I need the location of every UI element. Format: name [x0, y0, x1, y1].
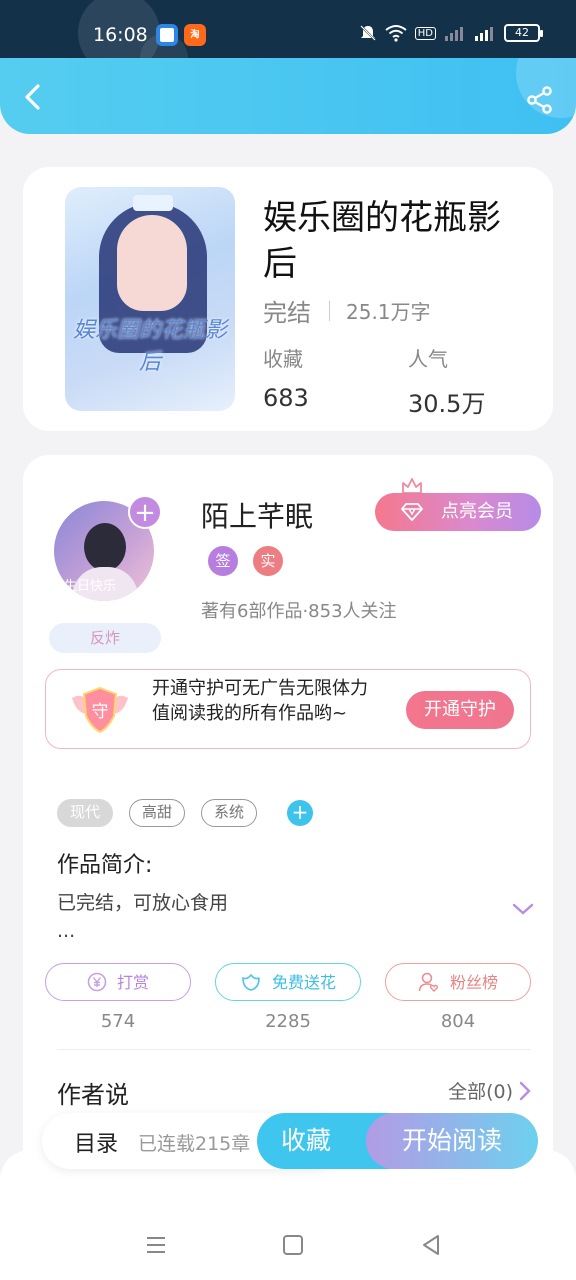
view-all-label: 全部(0)	[448, 1081, 513, 1103]
intro-body: 已完结，可放心食用	[57, 892, 229, 914]
taobao-notification-icon: 淘	[184, 24, 206, 46]
flower-action: 免费送花 2285	[215, 963, 361, 1032]
author-name[interactable]: 陌上芊眠	[201, 495, 313, 535]
hd-icon: HD	[414, 26, 436, 40]
favorites-label: 收藏	[263, 347, 303, 371]
send-flower-button[interactable]: 免费送花	[215, 963, 361, 1001]
section-divider	[57, 1049, 531, 1050]
author-stats: 著有6部作品·853人关注	[201, 601, 397, 622]
coin-yen-icon	[87, 972, 107, 992]
top-header	[0, 58, 576, 134]
cover-figure-face	[117, 215, 187, 311]
guard-banner: 守 开通守护可无广告无限体力值阅读我的所有作品哟~ 开通守护	[45, 669, 531, 749]
genre-tags: 现代 高甜 系统 +	[57, 799, 314, 827]
popularity-value: 30.5万	[408, 390, 486, 418]
verified-badge: 实	[253, 546, 283, 576]
avatar-caption: 生日快乐	[64, 579, 117, 594]
genre-tag[interactable]: 系统	[201, 799, 258, 827]
toc-button[interactable]: 目录	[74, 1126, 118, 1158]
tip-count: 574	[100, 1011, 136, 1032]
intro-text: 已完结，可放心食用 ...	[57, 889, 457, 945]
book-status: 完结	[263, 299, 311, 327]
mute-bell-icon	[360, 25, 376, 41]
flower-icon	[242, 974, 260, 991]
favorites-stat: 收藏 683	[263, 343, 309, 412]
signal-4g-icon	[475, 27, 493, 41]
follow-plus-button[interactable]: +	[128, 495, 162, 529]
fans-count: 804	[440, 1011, 476, 1032]
view-all-link[interactable]: 全部(0)	[448, 1077, 531, 1104]
guard-shield-char: 守	[92, 702, 109, 722]
start-reading-button[interactable]: 开始阅读	[366, 1113, 538, 1169]
tip-label: 打赏	[116, 972, 149, 992]
popularity-label: 人气	[408, 347, 448, 371]
intro-ellipsis: ...	[57, 920, 76, 942]
system-nav-bar	[0, 1220, 576, 1280]
signal-icon	[445, 27, 463, 41]
book-info-card: 娱乐圈的花瓶影后 娱乐圈的花瓶影后 完结 25.1万字 收藏 683 人气 30…	[23, 167, 553, 431]
serial-status: 已连载215章	[138, 1133, 251, 1155]
open-guard-button[interactable]: 开通守护	[406, 691, 514, 729]
status-icons: HD 42	[359, 24, 543, 42]
status-bar: 16:08 淘 HD 42	[0, 0, 576, 62]
app-notification-icon	[156, 24, 178, 46]
fans-action: 粉丝榜 804	[385, 963, 531, 1032]
user-heart-icon	[418, 972, 439, 992]
avatar-head	[84, 523, 126, 571]
fans-ranking-button[interactable]: 粉丝榜	[385, 963, 531, 1001]
tip-button[interactable]: 打赏	[45, 963, 191, 1001]
guard-shield-icon: 守	[72, 686, 128, 734]
book-cover[interactable]: 娱乐圈的花瓶影后	[65, 187, 235, 411]
cover-crown	[133, 195, 173, 211]
flower-count: 2285	[265, 1011, 311, 1032]
author-card: 生日快乐 + 反炸 陌上芊眠 点亮会员 签 实 著有6部作品·853人关注 守 …	[23, 455, 553, 1175]
genre-tag[interactable]: 现代	[57, 799, 114, 827]
home-icon[interactable]	[280, 1232, 306, 1258]
signed-badge: 签	[208, 546, 238, 576]
author-badge: 反炸	[49, 623, 161, 653]
vip-button-label: 点亮会员	[441, 501, 513, 522]
genre-tag[interactable]: 高甜	[129, 799, 186, 827]
chevron-down-icon[interactable]	[511, 901, 535, 917]
author-says-title: 作者说	[57, 1081, 129, 1109]
menu-icon[interactable]	[143, 1232, 169, 1258]
vip-member-button[interactable]: 点亮会员	[375, 493, 541, 531]
meta-divider	[329, 300, 330, 321]
send-flower-label: 免费送花	[271, 972, 336, 992]
guard-description: 开通守护可无广告无限体力值阅读我的所有作品哟~	[152, 678, 368, 724]
add-tag-button[interactable]: +	[287, 800, 314, 826]
favorites-value: 683	[263, 384, 309, 412]
tip-action: 打赏 574	[45, 963, 191, 1032]
book-meta: 完结 25.1万字	[263, 293, 431, 328]
cover-title-art: 娱乐圈的花瓶影后	[72, 318, 227, 375]
chevron-right-icon	[519, 1081, 531, 1100]
back-triangle-icon[interactable]	[418, 1232, 444, 1258]
action-buttons: 打赏 574 免费送花 2285 粉丝榜 804	[45, 963, 531, 1032]
book-title: 娱乐圈的花瓶影后	[263, 198, 501, 284]
share-icon[interactable]	[526, 86, 554, 114]
battery-icon: 42	[504, 24, 543, 42]
diamond-icon	[401, 503, 423, 521]
popularity-stat: 人气 30.5万	[408, 343, 485, 419]
word-count: 25.1万字	[346, 300, 431, 324]
status-time: 16:08	[93, 24, 148, 46]
back-arrow-icon[interactable]	[18, 82, 48, 112]
fans-ranking-label: 粉丝榜	[449, 972, 498, 992]
intro-title: 作品简介:	[57, 853, 153, 878]
wifi-icon	[385, 25, 407, 42]
